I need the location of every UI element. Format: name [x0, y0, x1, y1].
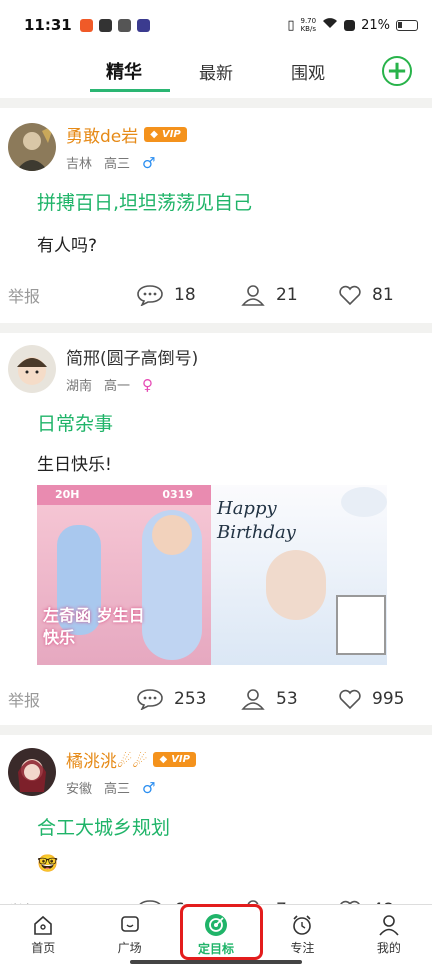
comment-button[interactable]: 253 — [136, 688, 206, 710]
clock: 11:31 — [24, 16, 72, 34]
play-notification-icon — [136, 18, 150, 32]
post-image[interactable]: 20H 0319 左奇函 岁生日快乐 — [37, 485, 211, 665]
grade: 高三 — [104, 157, 131, 172]
nav-focus[interactable]: 专注 — [259, 905, 345, 964]
follow-count: 21 — [276, 285, 298, 305]
nav-profile[interactable]: 我的 — [346, 905, 432, 964]
comment-icon — [137, 689, 163, 710]
comment-icon — [137, 285, 163, 306]
app-notification-icon — [79, 18, 93, 32]
people-icon — [241, 285, 265, 306]
username[interactable]: 橘洮洮☄☄ — [66, 747, 147, 772]
post-title[interactable]: 日常杂事 — [0, 409, 432, 436]
tab-watching[interactable]: 围观 — [262, 59, 354, 84]
diamond-icon: ◆ — [159, 754, 168, 765]
nav-square[interactable]: 广场 — [86, 905, 172, 964]
home-indicator[interactable] — [130, 960, 302, 964]
male-icon: ♂ — [142, 778, 156, 797]
post-body[interactable]: 生日快乐! — [0, 450, 432, 475]
link-notification-icon — [98, 18, 112, 32]
like-count: 995 — [372, 689, 405, 709]
comment-count: 18 — [174, 285, 196, 305]
username[interactable]: 勇敢de岩 — [66, 122, 138, 147]
face — [266, 550, 326, 620]
sim-icon — [344, 19, 356, 31]
follow-button[interactable]: 53 — [240, 687, 298, 711]
report-button[interactable]: 举报 — [8, 687, 40, 711]
avatar[interactable] — [8, 345, 56, 393]
like-button[interactable]: 81 — [338, 284, 394, 306]
heart-icon — [339, 285, 361, 306]
nav-home[interactable]: 首页 — [0, 905, 86, 964]
square-icon — [120, 915, 139, 932]
male-icon: ♂ — [142, 153, 156, 172]
alarm-clock-icon — [293, 914, 312, 935]
avatar[interactable] — [8, 123, 56, 171]
avatar[interactable] — [8, 748, 56, 796]
female-icon: ♀ — [142, 375, 154, 394]
active-tab-indicator — [90, 89, 170, 92]
follow-count: 53 — [276, 689, 298, 709]
battery-icon — [396, 19, 418, 31]
image-banner: 20H 0319 — [37, 485, 211, 505]
post-card[interactable]: 橘洮洮☄☄ ◆VIP 安徽高三♂ 合工大城乡规划 🤓 举报 6 7 48 — [0, 735, 432, 928]
tab-featured[interactable]: 精华 — [78, 58, 170, 84]
follow-button[interactable]: 21 — [240, 283, 298, 307]
tab-latest[interactable]: 最新 — [170, 59, 262, 84]
post-title[interactable]: 拼搏百日,坦坦荡荡见自己 — [0, 188, 432, 215]
script-text: Happy Birthday — [217, 498, 296, 543]
highlight-box — [180, 904, 263, 960]
net-speed: 9.70 KB/s — [300, 17, 317, 33]
post-image[interactable]: Happy Birthday — [211, 485, 387, 665]
image-caption: 左奇函 岁生日快乐 — [43, 606, 145, 647]
face — [152, 515, 192, 555]
post-body[interactable]: 🤓 — [0, 854, 432, 884]
post-card[interactable]: 简邢(圆子高倒号) 湖南 高一 ♀ 日常杂事 生日快乐! 20H 0319 左奇函 岁… — [0, 333, 432, 717]
wifi-icon — [322, 17, 338, 33]
home-icon — [34, 915, 53, 935]
add-post-button[interactable]: + — [382, 56, 412, 86]
grade: 高一 — [104, 379, 131, 394]
divider — [0, 725, 432, 735]
post-title[interactable]: 合工大城乡规划 — [0, 813, 432, 840]
mail-notification-icon — [117, 18, 131, 32]
photo-frame — [336, 595, 386, 655]
comment-button[interactable]: 18 — [136, 284, 196, 306]
grade: 高三 — [104, 782, 131, 797]
like-count: 81 — [372, 285, 394, 305]
location: 安徽 — [66, 782, 93, 797]
post-images: 20H 0319 左奇函 岁生日快乐 Happy Birthday — [37, 485, 387, 665]
vip-badge: ◆ VIP — [144, 127, 187, 142]
comment-count: 253 — [174, 689, 207, 709]
divider — [0, 98, 432, 108]
location: 吉林 — [66, 157, 93, 172]
cloud-decoration — [341, 487, 387, 517]
feed-tabs: 精华 最新 围观 + — [0, 50, 432, 92]
heart-icon — [339, 689, 361, 710]
divider — [0, 323, 432, 333]
username[interactable]: 简邢(圆子高倒号) — [66, 344, 198, 369]
person-icon — [379, 914, 399, 936]
like-button[interactable]: 995 — [338, 688, 404, 710]
post-card[interactable]: 勇敢de岩 ◆ VIP 吉林 高三 ♂ 拼搏百日,坦坦荡荡见自己 有人吗? 举报 18… — [0, 108, 432, 313]
vibrate-icon: ▯ — [287, 17, 295, 33]
post-body[interactable]: 有人吗? — [0, 231, 432, 271]
people-icon — [241, 689, 265, 710]
diamond-icon: ◆ — [150, 129, 158, 140]
status-bar: 11:31 ▯ 9.70 KB/s 21% — [0, 0, 432, 50]
vip-badge: ◆ VIP — [153, 752, 196, 767]
location: 湖南 — [66, 379, 93, 394]
battery-text: 21% — [361, 17, 390, 33]
report-button[interactable]: 举报 — [8, 283, 40, 307]
